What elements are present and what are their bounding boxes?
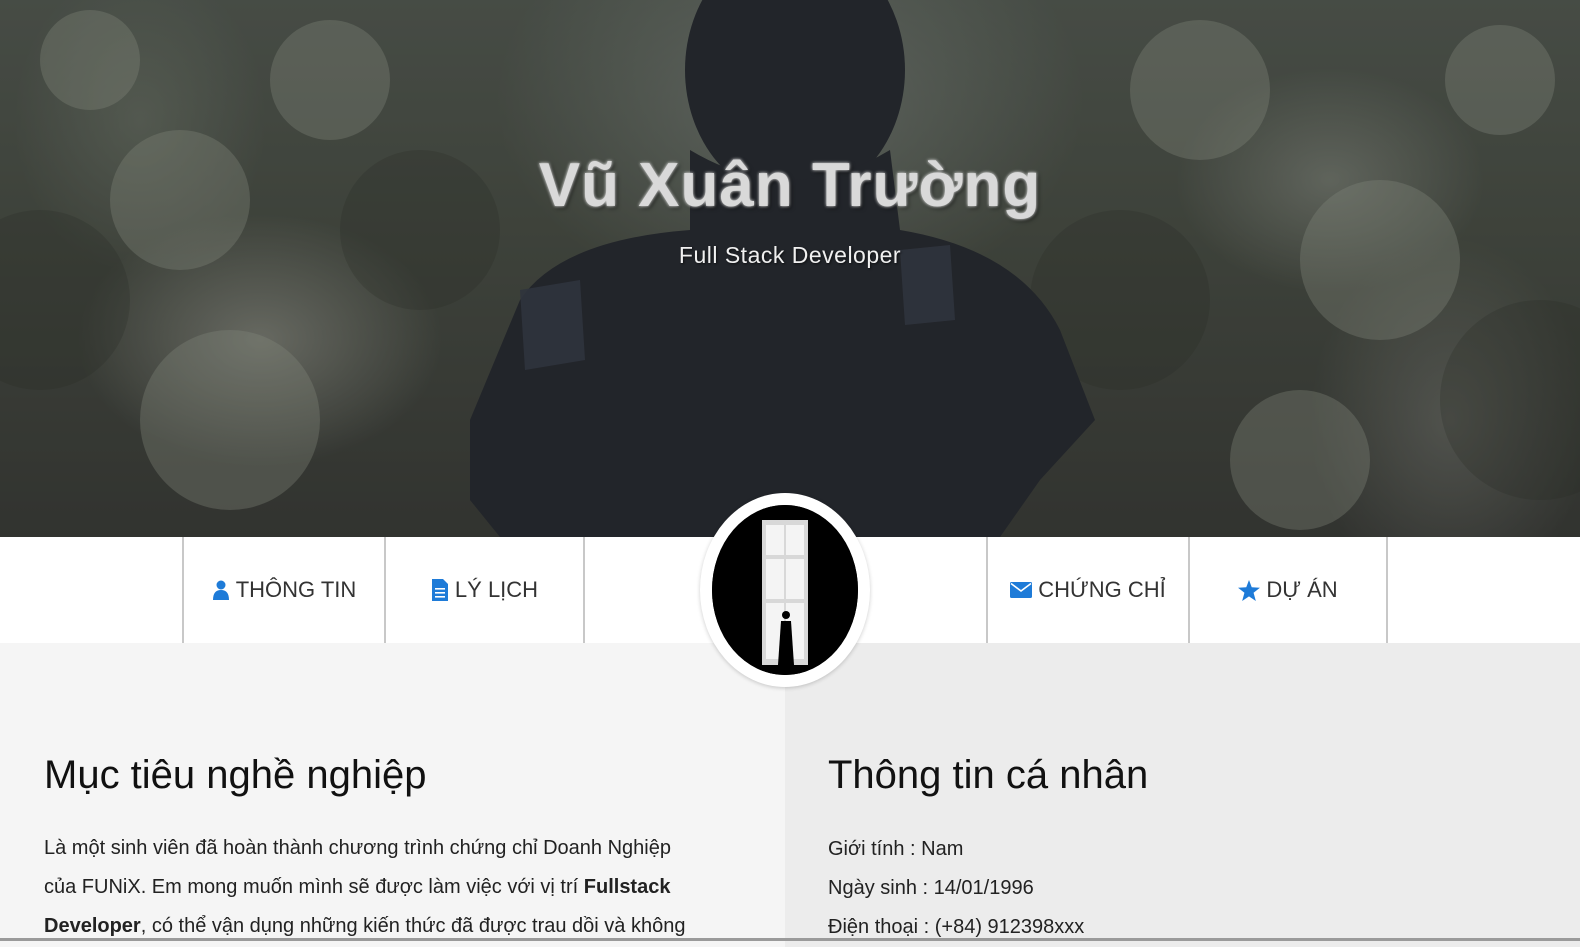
bottom-divider [0,938,1580,941]
profile-avatar[interactable] [700,493,870,687]
career-objective-title: Mục tiêu nghề nghiệp [44,753,427,797]
nav-label-du-an: DỰ ÁN [1266,577,1338,602]
star-icon [1238,579,1261,601]
envelope-icon [1010,582,1033,598]
avatar-image [712,505,858,675]
personal-info-section: Thông tin cá nhân Giới tính : Nam Ngày s… [785,643,1580,947]
nav-item-du-an[interactable]: DỰ ÁN [1188,537,1388,643]
personal-info-title: Thông tin cá nhân [828,753,1149,797]
phone-info: Điện thoại : (+84) 912398xxx [828,916,1085,938]
objective-line-2: của FUNiX. Em mong muốn mình sẽ được làm… [44,868,764,907]
objective-highlight: Fullstack [583,876,671,898]
birthday-info: Ngày sinh : 14/01/1996 [828,877,1034,899]
window-silhouette-avatar [712,505,858,675]
user-icon [212,580,229,600]
objective-line-1: Là một sinh viên đã hoàn thành chương tr… [44,837,671,859]
document-icon [431,579,448,601]
objective-highlight: Developer [44,915,141,937]
nav-label-ly-lich: LÝ LỊCH [454,577,539,602]
objective-text: , có thể vận dụng những kiến thức đã đượ… [140,915,686,937]
nav-label-chung-chi: CHỨNG CHỈ [1038,577,1166,602]
nav-divider [583,537,585,643]
nav-label-thong-tin: THÔNG TIN [235,577,357,602]
nav-item-thong-tin[interactable]: THÔNG TIN [182,537,384,643]
hero-banner: Vũ Xuân Trường Full Stack Developer [0,0,1580,537]
profile-name: Vũ Xuân Trường [538,151,1042,220]
nav-item-ly-lich[interactable]: LÝ LỊCH [384,537,583,643]
profile-role: Full Stack Developer [678,242,902,268]
nav-item-chung-chi[interactable]: CHỨNG CHỈ [986,537,1188,643]
gender-info: Giới tính : Nam [828,838,964,860]
career-objective-text: Là một sinh viên đã hoàn thành chương tr… [44,829,764,946]
career-objective-section: Mục tiêu nghề nghiệp Là một sinh viên đã… [0,643,785,947]
objective-text: của FUNiX. Em mong muốn mình sẽ được làm… [44,876,584,898]
